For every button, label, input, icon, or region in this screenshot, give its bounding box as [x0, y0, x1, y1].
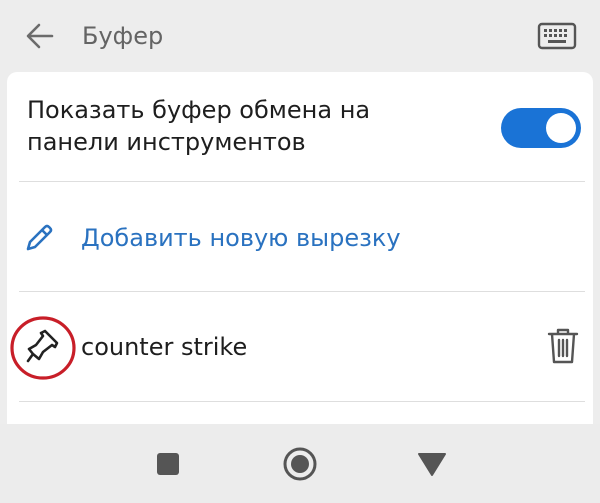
clipboard-screen: Буфер Показать буфер обмена на панели ин… — [0, 0, 600, 503]
recents-button[interactable] — [148, 444, 188, 484]
delete-clip-button[interactable] — [543, 326, 583, 366]
page-title: Буфер — [82, 22, 164, 50]
show-clipboard-label: Показать буфер обмена на панели инструме… — [27, 96, 371, 156]
show-clipboard-switch[interactable] — [501, 108, 581, 148]
pencil-icon — [26, 224, 53, 251]
add-clip-label[interactable]: Добавить новую вырезку — [81, 221, 401, 255]
keyboard-icon — [537, 22, 577, 50]
annotation-circle — [10, 316, 76, 380]
switch-knob — [546, 113, 576, 143]
clip-text[interactable]: counter strike — [81, 330, 247, 364]
back-button[interactable] — [22, 18, 58, 54]
clipboard-card: Показать буфер обмена на панели инструме… — [7, 72, 593, 424]
app-bar: Буфер — [0, 0, 600, 72]
pin-button[interactable] — [7, 312, 79, 384]
show-clipboard-setting[interactable]: Показать буфер обмена на панели инструме… — [7, 72, 593, 182]
back-nav-button[interactable] — [412, 444, 452, 484]
keyboard-button[interactable] — [534, 18, 580, 54]
divider — [19, 401, 585, 402]
system-nav-bar — [0, 424, 600, 503]
square-icon — [157, 453, 179, 475]
circle-icon — [283, 447, 317, 481]
trash-icon — [547, 328, 579, 364]
arrow-left-icon — [26, 23, 54, 49]
triangle-down-icon — [418, 453, 446, 476]
pin-icon — [10, 316, 76, 380]
home-button[interactable] — [280, 444, 320, 484]
